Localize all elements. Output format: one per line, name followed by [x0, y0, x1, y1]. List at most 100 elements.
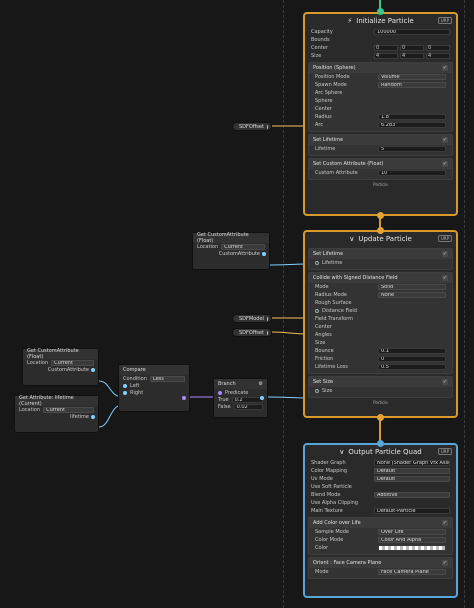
location-dropdown[interactable]: Current: [51, 359, 94, 366]
output-port[interactable]: [266, 124, 268, 129]
lifetime-field[interactable]: 5: [378, 146, 446, 152]
enable-checkbox[interactable]: ✓: [442, 275, 448, 281]
enable-checkbox[interactable]: ✓: [442, 137, 448, 143]
enable-checkbox[interactable]: ✓: [442, 65, 448, 71]
lifetime-loss-field[interactable]: 0.5: [378, 364, 446, 370]
blend-mode-dropdown[interactable]: Additive: [374, 492, 450, 498]
sdf-model-property[interactable]: SDFModel: [232, 314, 272, 323]
output-port[interactable]: [91, 368, 95, 372]
compare-node[interactable]: Compare Condition Less Left Right: [118, 364, 190, 412]
node-title: Get CustomAttribute (Float): [23, 348, 98, 360]
input-port[interactable]: [123, 390, 127, 395]
center-vector[interactable]: 000: [374, 45, 450, 51]
capacity-field[interactable]: 100000: [374, 29, 450, 35]
custom-attribute-field[interactable]: 10: [378, 170, 446, 176]
size-vector[interactable]: 444: [374, 53, 450, 59]
get-lifetime-node[interactable]: Get Attribute: lifetime (Current) Locati…: [14, 395, 99, 433]
gradient-field[interactable]: [378, 545, 446, 551]
input-port[interactable]: [123, 383, 127, 388]
sample-mode-dropdown[interactable]: Over Life: [378, 529, 446, 535]
collide-mode-dropdown[interactable]: Solid: [378, 284, 446, 290]
lifetime-loss-label: Lifetime Loss: [315, 364, 348, 370]
chevron-down-icon: ∨: [339, 448, 345, 456]
radius-label: Radius: [315, 114, 332, 120]
node-title: Branch: [218, 381, 236, 387]
color-mapping-dropdown[interactable]: Default: [374, 468, 450, 474]
output-port[interactable]: [266, 316, 268, 321]
input-port[interactable]: [315, 389, 319, 393]
collide-sdf-block[interactable]: Collide with Signed Distance Field ✓ Mode…: [308, 272, 453, 374]
output-port[interactable]: [266, 330, 268, 335]
input-port[interactable]: [315, 261, 319, 265]
position-mode-dropdown[interactable]: Volume: [378, 74, 446, 80]
flow-output-port[interactable]: [377, 414, 384, 421]
urp-tag: URP: [437, 448, 452, 455]
location-label: Location: [27, 359, 49, 366]
lightning-icon: ⚡: [347, 17, 353, 25]
bounce-field[interactable]: 0.1: [378, 348, 446, 354]
update-context[interactable]: ∨ Update Particle URP Set Lifetime ✓ Life…: [303, 230, 458, 418]
radius-mode-dropdown[interactable]: None: [378, 292, 446, 298]
set-lifetime-title: Set Lifetime: [313, 137, 344, 143]
location-dropdown[interactable]: Current: [221, 243, 265, 250]
set-size-block[interactable]: Set Size ✓ Size: [308, 376, 453, 398]
set-lifetime-block[interactable]: Set Lifetime ✓ Lifetime 5: [308, 134, 453, 156]
output-label: lifetime: [70, 414, 89, 420]
update-set-lifetime-block[interactable]: Set Lifetime ✓ Lifetime: [308, 248, 453, 270]
urp-tag: URP: [437, 17, 452, 24]
set-custom-attribute-block[interactable]: Set Custom Attribute (Float) ✓ Custom Att…: [308, 158, 453, 180]
shader-graph-field[interactable]: None (Shader Graph Vfx Asset): [374, 460, 450, 466]
position-sphere-block[interactable]: Position (Sphere) ✓ Position Mode Volume S…: [308, 62, 453, 132]
input-port[interactable]: [218, 390, 222, 395]
urp-tag: URP: [437, 235, 452, 242]
radius-field[interactable]: 1.8: [378, 114, 446, 120]
output-context[interactable]: ∨ Output Particle Quad URP Shader Graph N…: [303, 443, 458, 598]
location-dropdown[interactable]: Current: [43, 406, 94, 413]
orient-mode-dropdown[interactable]: Face Camera Plane: [378, 569, 446, 575]
main-texture-field[interactable]: Default-Particle: [374, 508, 450, 514]
capacity-label: Capacity: [311, 29, 333, 35]
output-header[interactable]: ∨ Output Particle Quad URP: [305, 445, 456, 459]
output-port[interactable]: [91, 415, 95, 419]
output-port[interactable]: [182, 396, 186, 400]
color-mode-dropdown[interactable]: Color And Alpha: [378, 537, 446, 543]
friction-field[interactable]: 0: [378, 356, 446, 362]
update-lifetime-title: Set Lifetime: [313, 251, 344, 257]
sphere-center-label: Center: [315, 106, 332, 112]
enable-checkbox[interactable]: ✓: [442, 560, 448, 566]
blend-mode-label: Blend Mode: [311, 492, 341, 498]
enable-checkbox[interactable]: ✓: [442, 161, 448, 167]
flow-input-port[interactable]: [377, 440, 384, 447]
condition-dropdown[interactable]: Less: [149, 375, 185, 382]
output-port[interactable]: [262, 252, 266, 256]
uv-mode-dropdown[interactable]: Default: [374, 476, 450, 482]
arc-field[interactable]: 6.283: [378, 122, 446, 128]
enable-checkbox[interactable]: ✓: [442, 251, 448, 257]
get-custom-attribute-node-2[interactable]: Get CustomAttribute (Float) Location Curr…: [22, 348, 99, 386]
vfx-graph-canvas[interactable]: ⚡ Initialize Particle URP Capacity 100000…: [0, 0, 474, 608]
true-field[interactable]: 0.2: [231, 396, 263, 403]
input-port[interactable]: [315, 309, 319, 313]
initialize-header[interactable]: ⚡ Initialize Particle URP: [305, 14, 456, 28]
color-over-life-title: Add Color over Life: [313, 520, 361, 526]
flow-input-port[interactable]: [377, 8, 384, 15]
enable-checkbox[interactable]: ✓: [442, 379, 448, 385]
spawn-mode-dropdown[interactable]: Random: [378, 82, 446, 88]
get-custom-attribute-node[interactable]: Get CustomAttribute (Float) Location Curr…: [192, 232, 270, 270]
output-port[interactable]: [260, 396, 264, 400]
sdf-offset-property[interactable]: SDFOffset: [232, 122, 272, 131]
initialize-context[interactable]: ⚡ Initialize Particle URP Capacity 100000…: [303, 12, 458, 216]
enable-checkbox[interactable]: ✓: [442, 520, 448, 526]
orient-block[interactable]: Orient : Face Camera Plane ✓ Mode Face Cam…: [308, 557, 453, 579]
branch-node[interactable]: Branch ⚙ Predicate True 0.2 False 0.02: [213, 378, 268, 418]
sdf-offset-property-2[interactable]: SDFOffset: [232, 328, 272, 337]
flow-output-port[interactable]: [377, 212, 384, 219]
flow-input-port[interactable]: [377, 227, 384, 234]
location-label: Location: [197, 243, 219, 250]
update-header[interactable]: ∨ Update Particle URP: [305, 232, 456, 246]
node-title: Compare: [119, 365, 189, 375]
color-over-life-block[interactable]: Add Color over Life ✓ Sample Mode Over Lif…: [308, 517, 453, 555]
false-field[interactable]: 0.02: [233, 403, 263, 410]
friction-label: Friction: [315, 356, 334, 362]
gear-icon[interactable]: ⚙: [259, 381, 263, 387]
